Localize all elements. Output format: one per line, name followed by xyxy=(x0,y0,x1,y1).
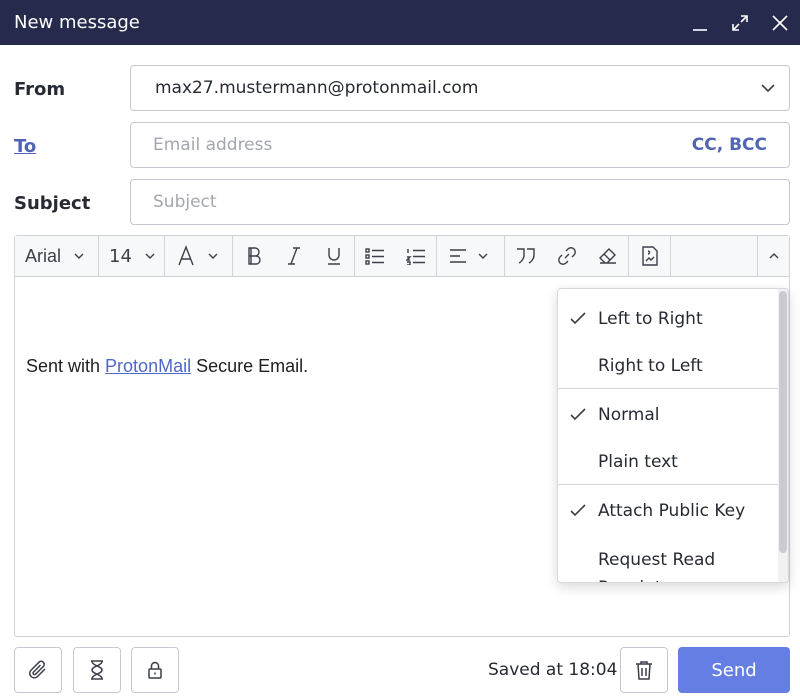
message-body[interactable]: Sent with ProtonMail Secure Email. xyxy=(26,356,308,377)
expand-icon xyxy=(732,14,748,31)
trash-icon xyxy=(636,661,652,680)
menu-item-attach-public-key[interactable]: Attach Public Key xyxy=(558,487,778,534)
image-file-icon xyxy=(641,246,658,266)
font-size-value: 14 xyxy=(109,245,132,267)
bullet-list-icon xyxy=(365,248,385,265)
close-icon xyxy=(772,14,788,31)
hourglass-icon xyxy=(91,660,103,680)
text-style-group xyxy=(233,236,355,276)
editor-options-menu: Left to Right Right to Left Normal Plain… xyxy=(557,288,789,583)
menu-item-plain-text[interactable]: Plain text xyxy=(558,438,778,485)
signature-suffix: Secure Email. xyxy=(191,356,309,376)
from-select[interactable]: max27.mustermann@protonmail.com xyxy=(130,65,790,111)
menu-item-left-to-right[interactable]: Left to Right xyxy=(558,295,778,342)
to-field[interactable]: Email address CC, BCC xyxy=(130,122,790,168)
from-label: From xyxy=(14,79,66,100)
menu-item-request-read-receipt[interactable]: Request Read Receipt xyxy=(558,534,758,582)
font-size-select[interactable]: 14 xyxy=(99,236,165,276)
subject-placeholder: Subject xyxy=(153,192,217,212)
window-title: New message xyxy=(14,12,140,33)
subject-field[interactable]: Subject xyxy=(130,179,790,225)
menu-item-right-to-left[interactable]: Right to Left xyxy=(558,342,778,389)
align-left-icon xyxy=(450,249,466,263)
check-icon xyxy=(570,311,586,324)
cc-bcc-button[interactable]: CC, BCC xyxy=(692,135,767,155)
to-placeholder: Email address xyxy=(153,135,273,155)
quote-button[interactable] xyxy=(515,236,537,276)
menu-divider xyxy=(558,388,778,389)
numbered-list-icon xyxy=(405,249,425,265)
chevron-down-icon xyxy=(74,253,84,259)
encryption-button[interactable] xyxy=(131,647,179,693)
menu-scrollbar[interactable] xyxy=(778,289,788,582)
bold-icon xyxy=(248,247,261,265)
clear-format-button[interactable] xyxy=(598,236,618,276)
from-value: max27.mustermann@protonmail.com xyxy=(155,78,479,98)
menu-item-label: Left to Right xyxy=(598,308,703,329)
send-button[interactable]: Send xyxy=(678,647,790,693)
insert-group xyxy=(505,236,629,276)
italic-icon xyxy=(288,247,301,265)
window-titlebar: New message xyxy=(0,0,800,45)
underline-icon xyxy=(328,248,341,265)
menu-item-label: Right to Left xyxy=(598,355,703,376)
chevron-down-icon xyxy=(145,253,155,259)
saved-status: Saved at 18:04 xyxy=(488,660,618,680)
delete-draft-button[interactable] xyxy=(620,647,668,693)
chevron-down-icon xyxy=(208,253,218,259)
menu-scrollbar-thumb[interactable] xyxy=(779,291,787,553)
underline-button[interactable] xyxy=(326,236,342,276)
more-options-button[interactable] xyxy=(757,236,789,276)
link-button[interactable] xyxy=(557,236,577,276)
menu-item-label: Plain text xyxy=(598,451,678,472)
protonmail-link[interactable]: ProtonMail xyxy=(105,356,191,376)
font-color-button[interactable] xyxy=(165,236,233,276)
eraser-icon xyxy=(598,248,616,264)
quote-icon xyxy=(517,248,535,264)
menu-item-label: Normal xyxy=(598,404,660,425)
menu-item-label: Request Read Receipt xyxy=(598,550,716,582)
menu-divider xyxy=(558,484,778,485)
chevron-down-icon xyxy=(478,253,488,259)
chevron-up-icon xyxy=(769,253,778,259)
editor-toolbar: Arial 14 xyxy=(15,236,789,277)
bullet-list-button[interactable] xyxy=(365,236,385,276)
paperclip-icon xyxy=(29,660,46,679)
signature-prefix: Sent with xyxy=(26,356,106,376)
alignment-select[interactable] xyxy=(437,236,505,276)
check-icon xyxy=(570,503,586,516)
link-icon xyxy=(558,247,577,265)
numbered-list-button[interactable] xyxy=(405,236,426,276)
check-icon xyxy=(570,407,586,420)
subject-label: Subject xyxy=(14,193,91,214)
expand-button[interactable] xyxy=(720,0,760,45)
menu-item-label: Attach Public Key xyxy=(598,500,746,521)
close-button[interactable] xyxy=(760,0,800,45)
to-link[interactable]: To xyxy=(14,136,36,157)
insert-image-button[interactable] xyxy=(629,236,671,276)
minimize-icon xyxy=(693,28,707,31)
chevron-down-icon xyxy=(761,84,775,93)
attach-button[interactable] xyxy=(14,647,62,693)
bold-button[interactable] xyxy=(245,236,263,276)
expiration-button[interactable] xyxy=(73,647,121,693)
list-group xyxy=(355,236,437,276)
lock-icon xyxy=(148,661,162,679)
menu-item-normal[interactable]: Normal xyxy=(558,391,778,438)
font-color-icon xyxy=(178,245,194,266)
font-family-value: Arial xyxy=(25,245,62,266)
minimize-button[interactable] xyxy=(680,0,720,45)
italic-button[interactable] xyxy=(286,236,302,276)
font-family-select[interactable]: Arial xyxy=(15,236,99,276)
